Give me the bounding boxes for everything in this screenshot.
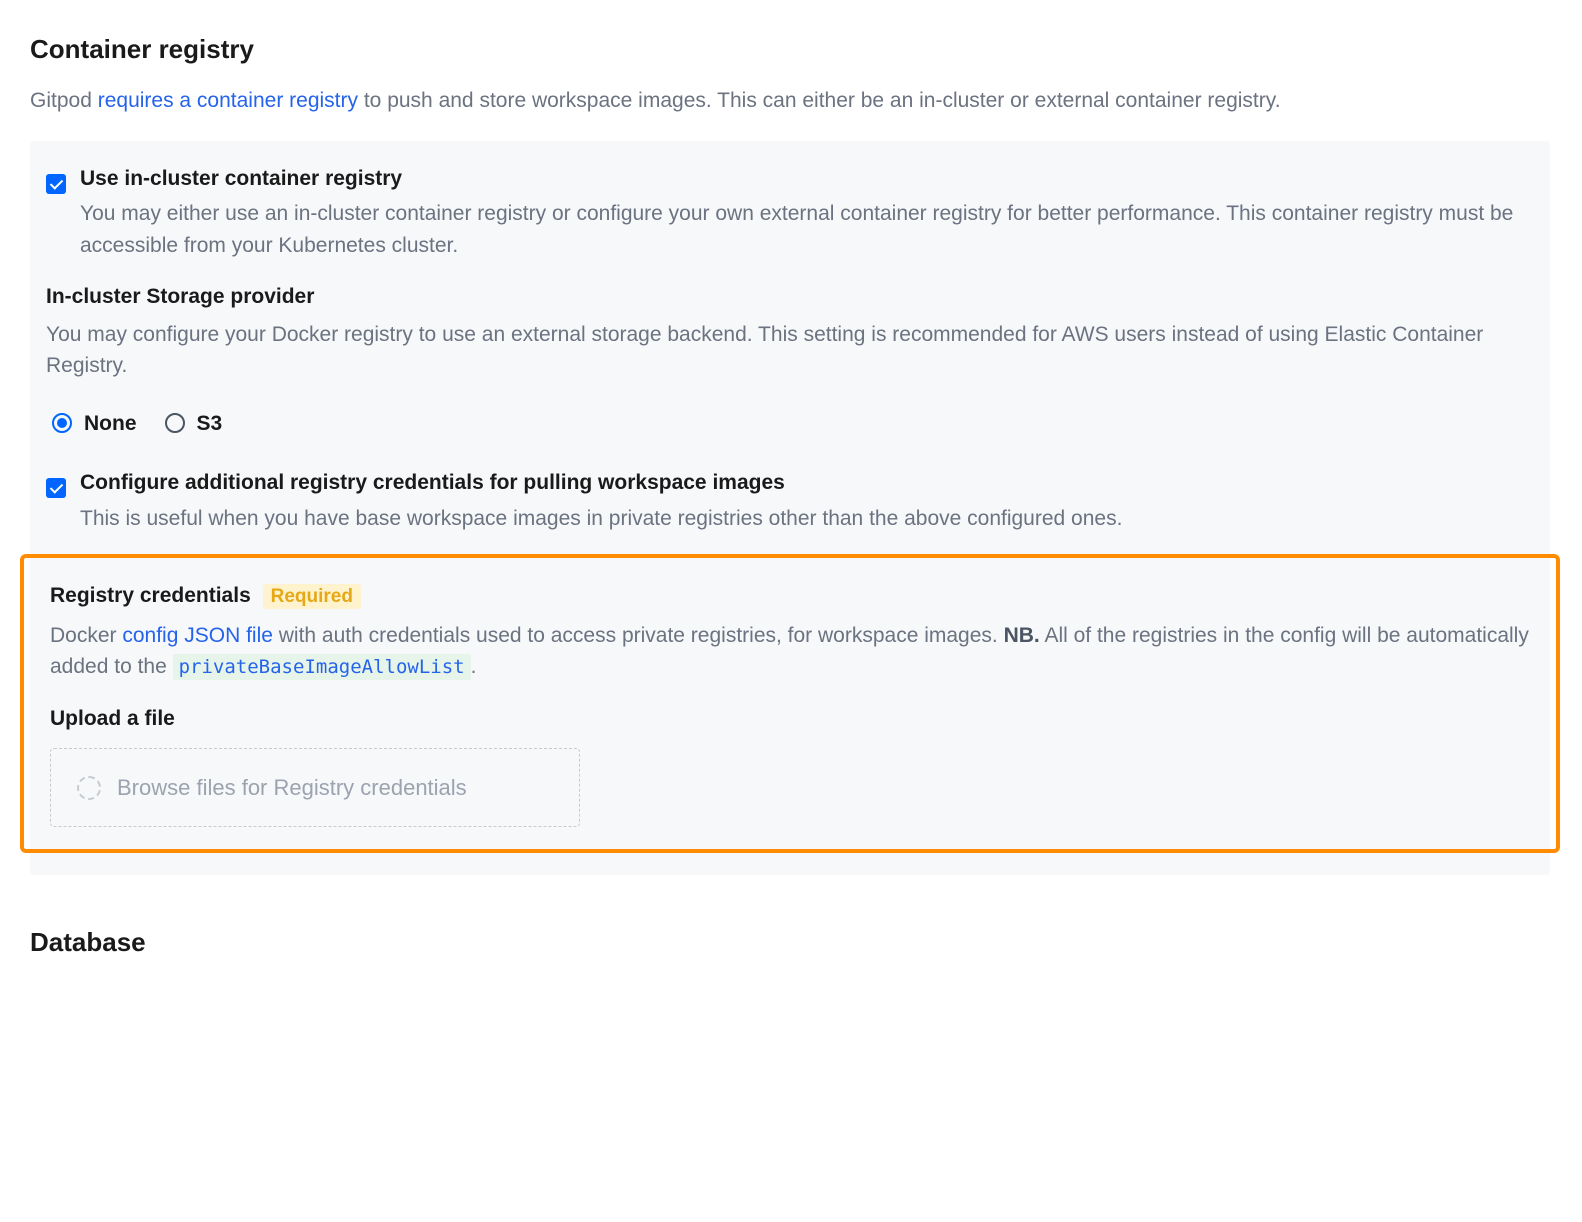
upload-dropzone[interactable]: Browse files for Registry credentials — [50, 748, 580, 827]
radio-s3[interactable]: S3 — [165, 408, 223, 440]
storage-provider-desc: You may configure your Docker registry t… — [46, 319, 1534, 382]
registry-credentials-highlight: Registry credentials Required Docker con… — [20, 554, 1560, 853]
creds-desc-middle: with auth credentials used to access pri… — [273, 624, 1004, 647]
database-heading: Database — [30, 923, 1550, 962]
config-json-link[interactable]: config JSON file — [122, 624, 273, 647]
creds-period: . — [471, 655, 477, 678]
container-registry-intro: Gitpod requires a container registry to … — [30, 85, 1550, 117]
nb-text: NB. — [1004, 624, 1040, 647]
radio-s3-label: S3 — [197, 408, 223, 440]
storage-radio-group: None S3 — [46, 408, 1534, 440]
intro-suffix: to push and store workspace images. This… — [358, 89, 1281, 112]
use-in-cluster-label: Use in-cluster container registry — [80, 163, 1534, 195]
upload-spinner-icon — [77, 776, 101, 800]
radio-none[interactable]: None — [52, 408, 137, 440]
additional-creds-desc: This is useful when you have base worksp… — [80, 503, 1122, 535]
radio-s3-input[interactable] — [165, 413, 185, 433]
required-badge: Required — [263, 584, 361, 609]
radio-none-label: None — [84, 408, 137, 440]
use-in-cluster-checkbox[interactable] — [46, 174, 66, 194]
additional-creds-checkbox[interactable] — [46, 478, 66, 498]
upload-file-label: Upload a file — [50, 703, 1530, 735]
storage-provider-heading: In-cluster Storage provider — [46, 281, 1534, 313]
use-in-cluster-desc: You may either use an in-cluster contain… — [80, 198, 1534, 261]
additional-creds-label: Configure additional registry credential… — [80, 467, 1122, 499]
registry-creds-title: Registry credentials — [50, 584, 251, 607]
radio-none-input[interactable] — [52, 413, 72, 433]
config-panel: Use in-cluster container registry You ma… — [30, 141, 1550, 876]
allowlist-code: privateBaseImageAllowList — [173, 654, 471, 680]
creds-desc-prefix: Docker — [50, 624, 122, 647]
intro-prefix: Gitpod — [30, 89, 98, 112]
upload-browse-text: Browse files for Registry credentials — [117, 771, 467, 804]
registry-creds-desc: Docker config JSON file with auth creden… — [50, 620, 1530, 683]
container-registry-heading: Container registry — [30, 30, 1550, 69]
requires-registry-link[interactable]: requires a container registry — [98, 89, 358, 112]
